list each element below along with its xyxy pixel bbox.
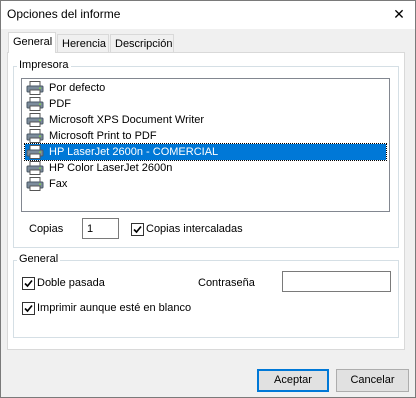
checkmark-icon: [133, 225, 142, 234]
report-options-dialog: Opciones del informe ✕ General Herencia …: [0, 0, 416, 398]
printer-item-label: Fax: [49, 178, 68, 190]
fax-icon: [26, 177, 44, 191]
tab-herencia[interactable]: Herencia: [57, 34, 109, 52]
general-group-title: General: [17, 253, 61, 265]
printer-item-xps-writer[interactable]: Microsoft XPS Document Writer: [25, 112, 386, 128]
printer-icon: [26, 97, 44, 111]
password-input[interactable]: [282, 271, 391, 292]
printer-list[interactable]: Por defecto PDF Microsoft XPS Document W…: [21, 78, 390, 212]
close-icon[interactable]: ✕: [391, 6, 407, 22]
cancel-button[interactable]: Cancelar: [336, 369, 409, 392]
print-blank-label: Imprimir aunque esté en blanco: [37, 302, 192, 314]
printer-item-print-to-pdf[interactable]: Microsoft Print to PDF: [25, 128, 386, 144]
printer-icon: [26, 113, 44, 127]
printer-item-label: Por defecto: [49, 82, 106, 94]
tab-general[interactable]: General: [8, 32, 56, 53]
copies-label: Copias: [29, 223, 64, 235]
printer-item-hp-laserjet-comercial[interactable]: HP LaserJet 2600n - COMERCIAL: [24, 143, 387, 161]
accept-button[interactable]: Aceptar: [257, 369, 329, 392]
tab-general-label: General: [13, 36, 53, 48]
printer-icon: [26, 161, 44, 175]
print-blank-checkbox[interactable]: [22, 302, 35, 315]
printer-icon: [26, 129, 44, 143]
printer-group-title: Impresora: [17, 59, 71, 71]
printer-item-label: Microsoft XPS Document Writer: [49, 114, 205, 126]
double-pass-label: Doble pasada: [37, 277, 105, 289]
tab-descripcion-label: Descripción: [115, 38, 173, 50]
title-bar: Opciones del informe ✕: [1, 1, 415, 29]
checkmark-icon: [24, 304, 33, 313]
printer-item-label: Microsoft Print to PDF: [49, 130, 157, 142]
printer-item-por-defecto[interactable]: Por defecto: [25, 80, 386, 96]
printer-item-label: PDF: [49, 98, 71, 110]
printer-icon: [26, 145, 44, 159]
tab-herencia-label: Herencia: [62, 38, 107, 50]
copies-input[interactable]: [82, 218, 119, 239]
tab-descripcion[interactable]: Descripción: [110, 34, 174, 52]
double-pass-checkbox[interactable]: [22, 277, 35, 290]
window-title: Opciones del informe: [7, 7, 121, 21]
printer-item-label: HP Color LaserJet 2600n: [49, 162, 173, 174]
printer-item-hp-color-laserjet[interactable]: HP Color LaserJet 2600n: [25, 160, 386, 176]
printer-item-pdf[interactable]: PDF: [25, 96, 386, 112]
printer-icon: [26, 81, 44, 95]
printer-item-label: HP LaserJet 2600n - COMERCIAL: [49, 146, 219, 158]
password-label: Contraseña: [198, 277, 255, 289]
collate-label: Copias intercaladas: [146, 223, 243, 235]
collate-checkbox[interactable]: [131, 223, 144, 236]
checkmark-icon: [24, 279, 33, 288]
printer-item-fax[interactable]: Fax: [25, 176, 386, 192]
